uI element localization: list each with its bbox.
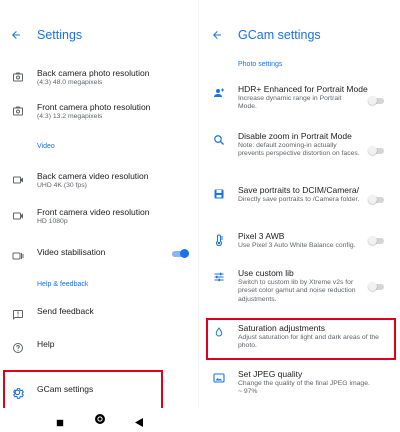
- setting-label: Back camera video resolution: [37, 171, 149, 181]
- setting-label: Help: [37, 339, 55, 349]
- setting-value: (4:3) 48.0 megapixels: [37, 79, 103, 86]
- section-header-photo: Photo settings: [238, 61, 283, 68]
- android-nav-bar: [0, 408, 400, 432]
- setting-jpeg-quality[interactable]: Set JPEG quality Change the quality of t…: [201, 369, 400, 397]
- stabilisation-icon: [11, 249, 25, 263]
- hdr-portrait-icon: [212, 86, 226, 100]
- setting-description: Directly save portraits to /Camera folde…: [238, 196, 360, 203]
- save-portraits-toggle[interactable]: [368, 195, 384, 204]
- setting-value: ~ 97%: [238, 388, 258, 396]
- setting-back-video-resolution[interactable]: Back camera video resolution UHD 4K (30 …: [0, 171, 199, 190]
- back-triangle-icon[interactable]: [135, 414, 143, 432]
- setting-front-photo-resolution[interactable]: Front camera photo resolution (4:3) 13.2…: [0, 102, 199, 121]
- gcam-app-bar: GCam settings: [201, 0, 400, 70]
- setting-label: Pixel 3 AWB: [238, 231, 285, 241]
- save-folder-icon: [212, 187, 226, 201]
- sliders-icon: [212, 270, 226, 284]
- setting-description: Switch to custom lib by Xtreme v2s for p…: [238, 279, 356, 303]
- highlight-box-saturation: [206, 318, 396, 360]
- help-icon: [11, 341, 25, 355]
- disable-zoom-toggle[interactable]: [368, 146, 384, 155]
- setting-label: Front camera video resolution: [37, 207, 150, 217]
- jpeg-quality-icon: [212, 371, 226, 385]
- home-circle-icon[interactable]: [94, 412, 106, 430]
- custom-lib-toggle[interactable]: [368, 282, 384, 291]
- setting-video-stabilisation[interactable]: Video stabilisation: [0, 247, 199, 263]
- setting-label: Use custom lib: [238, 268, 294, 278]
- setting-label: Disable zoom in Portrait Mode: [238, 131, 352, 141]
- back-arrow-icon[interactable]: [210, 28, 224, 42]
- feedback-icon: [11, 308, 25, 322]
- zoom-icon: [212, 133, 226, 147]
- setting-label: HDR+ Enhanced for Portrait Mode: [238, 84, 368, 94]
- setting-description: Use Pixel 3 Auto White Balance config.: [238, 242, 356, 249]
- settings-app-bar: Settings: [0, 0, 199, 70]
- gcam-settings-screen: GCam settings Photo settings HDR+ Enhanc…: [201, 0, 400, 432]
- setting-description: Increase dynamic range in Portrait Mode.: [238, 95, 342, 111]
- section-header-video: Video: [37, 143, 55, 150]
- setting-label: Send feedback: [37, 306, 94, 316]
- photo-resolution-icon: [11, 70, 25, 84]
- setting-value: (4:3) 13.2 megapixels: [37, 113, 103, 120]
- setting-label: Video stabilisation: [37, 247, 106, 257]
- setting-label: Back camera photo resolution: [37, 68, 150, 78]
- setting-label: Set JPEG quality: [238, 369, 303, 379]
- hdr-portrait-toggle[interactable]: [368, 96, 384, 105]
- setting-label: Front camera photo resolution: [37, 102, 151, 112]
- photo-resolution-icon: [11, 104, 25, 118]
- section-header-help: Help & feedback: [37, 281, 89, 288]
- back-arrow-icon[interactable]: [9, 28, 23, 42]
- setting-front-video-resolution[interactable]: Front camera video resolution HD 1080p: [0, 207, 199, 226]
- setting-value: UHD 4K (30 fps): [37, 182, 87, 189]
- highlight-box-gcam-settings: [3, 370, 163, 410]
- setting-back-photo-resolution[interactable]: Back camera photo resolution (4:3) 48.0 …: [0, 68, 199, 87]
- setting-send-feedback[interactable]: Send feedback: [0, 306, 199, 322]
- settings-screen: Settings Back camera photo resolution (4…: [0, 0, 199, 432]
- pixel3-awb-toggle[interactable]: [368, 236, 384, 245]
- page-title: GCam settings: [238, 28, 321, 42]
- setting-help[interactable]: Help: [0, 339, 199, 355]
- setting-label: Save portraits to DCIM/Camera/: [238, 185, 359, 195]
- recents-square-icon[interactable]: [56, 414, 64, 432]
- video-stabilisation-toggle[interactable]: [172, 249, 189, 258]
- setting-description: Note: default zooming-in actually preven…: [238, 142, 360, 158]
- video-resolution-icon: [11, 209, 25, 223]
- video-resolution-icon: [11, 173, 25, 187]
- setting-description: Change the quality of the final JPEG ima…: [238, 380, 370, 387]
- page-title: Settings: [37, 28, 83, 42]
- setting-value: HD 1080p: [37, 218, 68, 225]
- thermometer-icon: [212, 233, 226, 247]
